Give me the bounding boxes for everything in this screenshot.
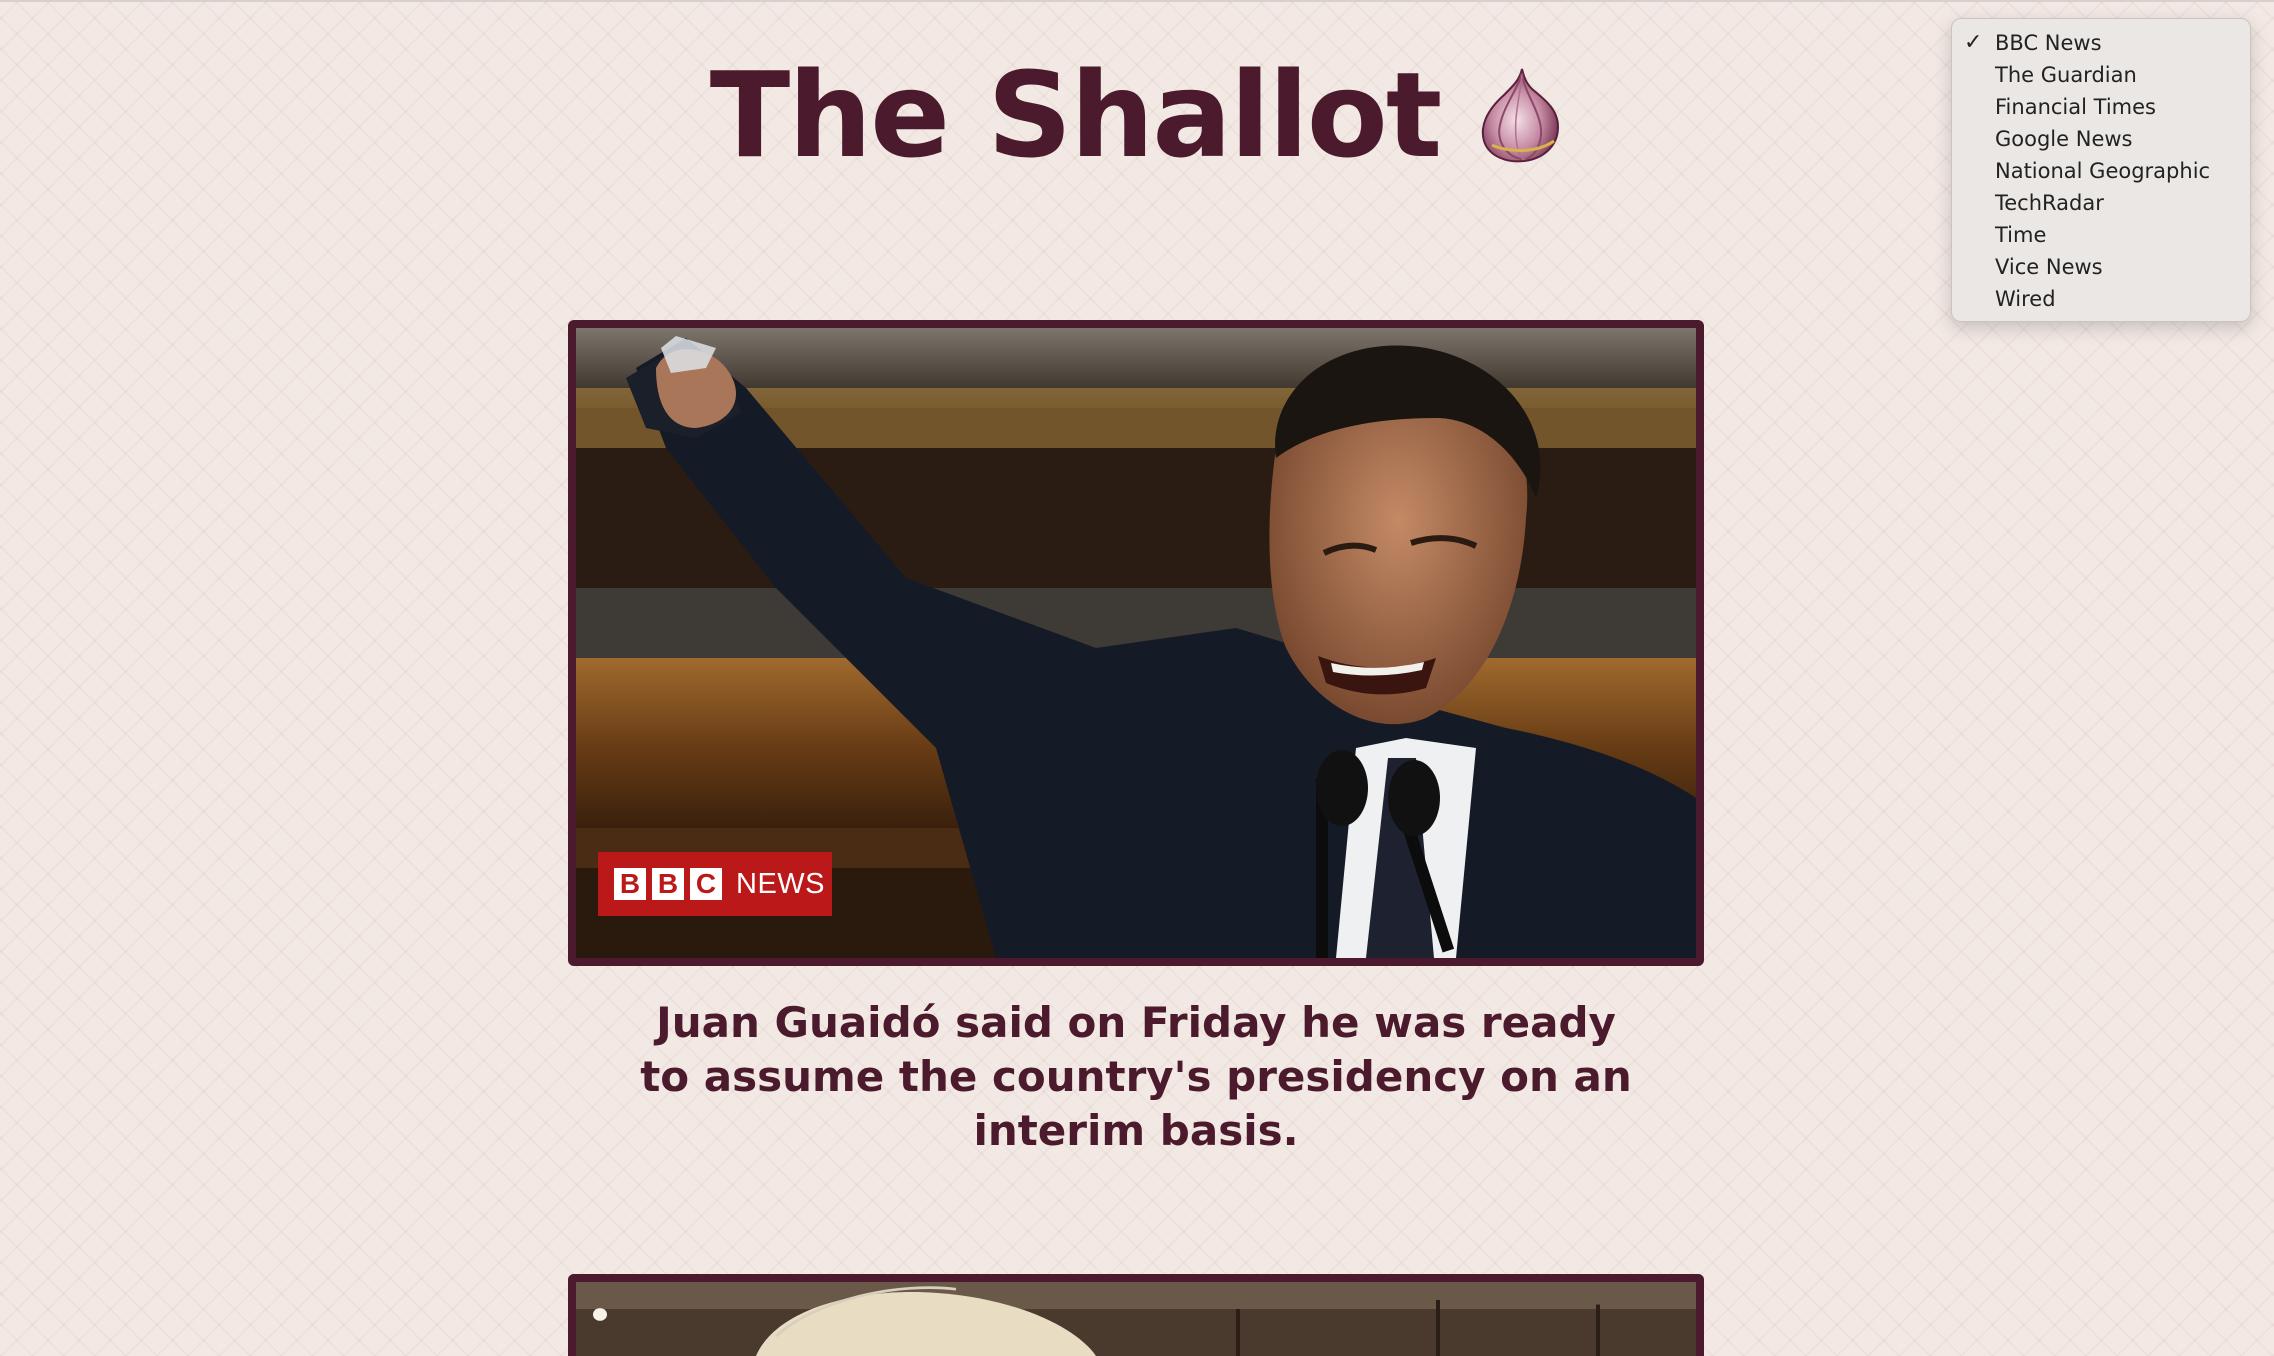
menu-item-label: Time — [1995, 223, 2047, 247]
menu-item-label: Vice News — [1995, 255, 2103, 279]
menu-item-label: BBC News — [1995, 31, 2102, 55]
bbc-news-logo: B B C NEWS — [598, 852, 832, 916]
menu-item-label: National Geographic — [1995, 159, 2211, 183]
menu-item-label: Financial Times — [1995, 95, 2156, 119]
window-top-border — [0, 0, 2274, 2]
article-card[interactable] — [568, 1274, 1704, 1356]
menu-item-time[interactable]: Time — [1952, 219, 2250, 251]
menu-item-techradar[interactable]: TechRadar — [1952, 187, 2250, 219]
menu-item-the-guardian[interactable]: The Guardian — [1952, 59, 2250, 91]
site-title: The Shallot — [709, 46, 1443, 184]
checkmark-icon: ✓ — [1964, 30, 1983, 55]
menu-item-financial-times[interactable]: Financial Times — [1952, 91, 2250, 123]
article-headline[interactable]: Juan Guaidó said on Friday he was ready … — [628, 996, 1644, 1158]
menu-item-label: TechRadar — [1995, 191, 2104, 215]
menu-item-vice-news[interactable]: Vice News — [1952, 251, 2250, 283]
menu-item-google-news[interactable]: Google News — [1952, 123, 2250, 155]
menu-item-wired[interactable]: Wired — [1952, 283, 2250, 315]
menu-item-label: Wired — [1995, 287, 2056, 311]
site-header: The Shallot — [0, 40, 2274, 190]
article-image[interactable]: B B C NEWS — [568, 320, 1704, 966]
article-photo — [576, 1282, 1696, 1356]
menu-item-bbc-news[interactable]: ✓ BBC News — [1952, 27, 2250, 59]
bbc-logo-letter: C — [690, 868, 722, 900]
onion-icon — [1482, 68, 1560, 163]
news-source-dropdown-menu[interactable]: ✓ BBC News The Guardian Financial Times … — [1951, 18, 2251, 322]
menu-item-label: The Guardian — [1995, 63, 2137, 87]
article-image[interactable] — [568, 1274, 1704, 1356]
article-card[interactable]: B B C NEWS Juan Guaidó said on Friday he… — [568, 320, 1704, 1158]
menu-item-national-geographic[interactable]: National Geographic — [1952, 155, 2250, 187]
menu-item-label: Google News — [1995, 127, 2133, 151]
bbc-logo-news-word: NEWS — [736, 867, 825, 900]
bbc-logo-letter: B — [652, 868, 684, 900]
bbc-logo-letter: B — [614, 868, 646, 900]
